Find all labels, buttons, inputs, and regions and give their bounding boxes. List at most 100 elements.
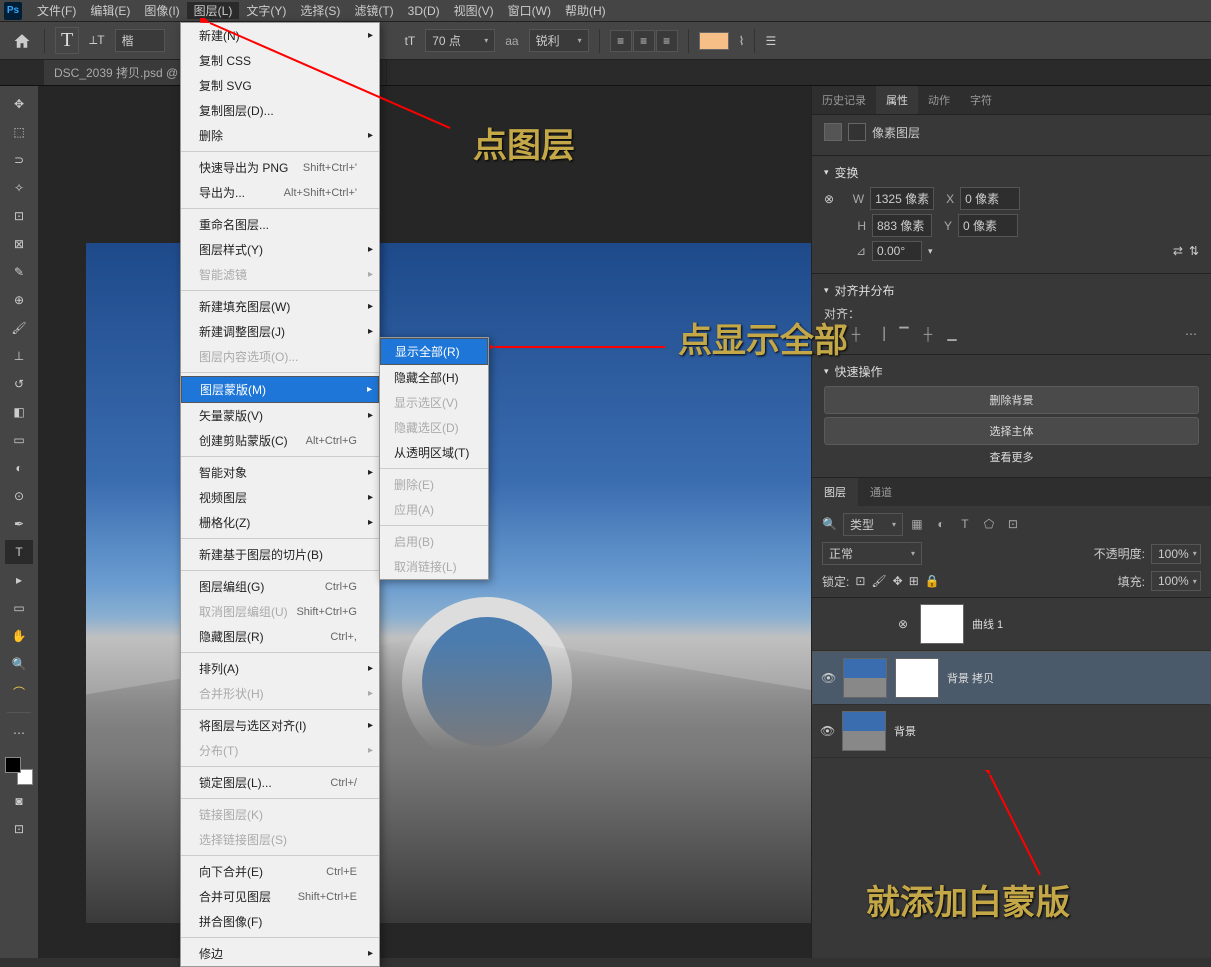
menu-type[interactable]: 文字(Y) [239, 2, 293, 19]
filter-smart-icon[interactable]: ⊡ [1005, 516, 1021, 532]
font-family-select[interactable]: 楷 [115, 29, 165, 52]
screenmode-icon[interactable]: ⊡ [5, 817, 33, 841]
height-field[interactable]: 883 像素 [872, 214, 932, 237]
layer-name[interactable]: 背景 [894, 723, 916, 739]
layer-name[interactable]: 背景 拷贝 [947, 670, 994, 686]
menu-item[interactable]: 矢量蒙版(V) [181, 403, 379, 428]
menu-item[interactable]: 栅格化(Z) [181, 510, 379, 535]
visibility-icon[interactable]: 👁 [821, 671, 835, 685]
menu-item[interactable]: 快速导出为 PNGShift+Ctrl+' [181, 155, 379, 180]
menu-item[interactable]: 导出为...Alt+Shift+Ctrl+' [181, 180, 379, 205]
layer-thumb[interactable] [843, 658, 887, 698]
menu-layer[interactable]: 图层(L) [187, 2, 240, 19]
home-icon[interactable] [10, 29, 34, 53]
layer-filter-select[interactable]: 类型▾ [843, 513, 903, 536]
fill-field[interactable]: 100%▾ [1151, 571, 1201, 591]
orientation-icon[interactable]: ⟂T [89, 33, 104, 48]
blend-mode-select[interactable]: 正常▾ [822, 542, 922, 565]
banana-icon[interactable]: ⌒ [5, 680, 33, 704]
tab-character[interactable]: 字符 [960, 86, 1002, 114]
menu-item[interactable]: 修边 [181, 941, 379, 966]
menu-item[interactable]: 隐藏图层(R)Ctrl+, [181, 624, 379, 649]
lock-trans-icon[interactable]: ⊡ [855, 574, 865, 588]
align-header[interactable]: ▾对齐并分布 [824, 282, 1199, 299]
healing-tool[interactable]: ⊕ [5, 288, 33, 312]
menu-item[interactable]: 重命名图层... [181, 212, 379, 237]
visibility-icon[interactable]: 👁 [820, 724, 834, 738]
wand-tool[interactable]: ✧ [5, 176, 33, 200]
filter-type-icon[interactable]: T [957, 516, 973, 532]
menu-item[interactable]: 图层编组(G)Ctrl+G [181, 574, 379, 599]
submenu-item[interactable]: 从透明区域(T) [380, 440, 488, 465]
blur-tool[interactable]: ◐ [5, 456, 33, 480]
warp-text-icon[interactable]: ⌇ [739, 34, 745, 48]
flip-h-icon[interactable]: ⇄ [1173, 244, 1183, 258]
menu-item[interactable]: 智能对象 [181, 460, 379, 485]
mask-thumb[interactable] [920, 604, 964, 644]
lock-pos-icon[interactable]: ✥ [893, 574, 903, 588]
filter-shape-icon[interactable]: ⬠ [981, 516, 997, 532]
align-hcenter-icon[interactable]: ┼ [848, 326, 864, 342]
tab-channels[interactable]: 通道 [858, 478, 904, 506]
width-field[interactable]: 1325 像素 [870, 187, 934, 210]
tab-history[interactable]: 历史记录 [812, 86, 876, 114]
type-tool-icon[interactable]: T [55, 27, 79, 54]
menu-item[interactable]: 向下合并(E)Ctrl+E [181, 859, 379, 884]
align-center[interactable]: ≡ [633, 30, 655, 52]
menu-item[interactable]: 图层蒙版(M) [181, 376, 379, 403]
path-select-tool[interactable]: ▸ [5, 568, 33, 592]
text-color-swatch[interactable] [699, 32, 729, 50]
menu-item[interactable]: 排列(A) [181, 656, 379, 681]
move-tool[interactable]: ✥ [5, 92, 33, 116]
menu-filter[interactable]: 滤镜(T) [347, 2, 400, 19]
view-more-link[interactable]: 查看更多 [824, 449, 1199, 465]
align-vcenter-icon[interactable]: ┼ [920, 326, 936, 342]
menu-item[interactable]: 视频图层 [181, 485, 379, 510]
flip-v-icon[interactable]: ⇅ [1189, 244, 1199, 258]
menu-item[interactable]: 新建填充图层(W) [181, 294, 379, 319]
zoom-tool[interactable]: 🔍 [5, 652, 33, 676]
filter-adjust-icon[interactable]: ◐ [933, 516, 949, 532]
quick-actions-header[interactable]: ▾快速操作 [824, 363, 1199, 380]
menu-item[interactable]: 拼合图像(F) [181, 909, 379, 934]
dodge-tool[interactable]: ⊙ [5, 484, 33, 508]
antialias-select[interactable]: 锐利▾ [529, 29, 589, 52]
marquee-tool[interactable]: ⬚ [5, 120, 33, 144]
lock-paint-icon[interactable]: 🖌 [871, 574, 886, 588]
select-subject-button[interactable]: 选择主体 [824, 417, 1199, 445]
x-field[interactable]: 0 像素 [960, 187, 1020, 210]
menu-view[interactable]: 视图(V) [447, 2, 501, 19]
panel-toggle-icon[interactable]: ☰ [765, 34, 776, 48]
menu-file[interactable]: 文件(F) [30, 2, 83, 19]
menu-item[interactable]: 图层样式(Y) [181, 237, 379, 262]
menu-item[interactable]: 合并可见图层Shift+Ctrl+E [181, 884, 379, 909]
opacity-field[interactable]: 100%▾ [1151, 544, 1201, 564]
lasso-tool[interactable]: ⊃ [5, 148, 33, 172]
edit-toolbar[interactable]: ⋯ [5, 721, 33, 745]
mask-thumb[interactable] [895, 658, 939, 698]
eraser-tool[interactable]: ◧ [5, 400, 33, 424]
submenu-item[interactable]: 隐藏全部(H) [380, 365, 488, 390]
submenu-item[interactable]: 显示全部(R) [380, 338, 488, 365]
menu-item[interactable]: 创建剪贴蒙版(C)Alt+Ctrl+G [181, 428, 379, 453]
eyedropper-tool[interactable]: ✎ [5, 260, 33, 284]
align-right[interactable]: ≡ [656, 30, 678, 52]
layer-name[interactable]: 曲线 1 [972, 616, 1003, 632]
layer-thumb[interactable] [842, 711, 886, 751]
frame-tool[interactable]: ⊠ [5, 232, 33, 256]
brush-tool[interactable]: 🖌 [5, 316, 33, 340]
menu-item[interactable]: 将图层与选区对齐(I) [181, 713, 379, 738]
more-icon[interactable]: ⋯ [1183, 326, 1199, 342]
document-tab[interactable]: DSC_2039 拷贝.psd @ [44, 60, 189, 85]
align-bottom-icon[interactable]: ▁ [944, 326, 960, 342]
quickmask-icon[interactable]: ◙ [5, 789, 33, 813]
menu-image[interactable]: 图像(I) [137, 2, 186, 19]
shape-tool[interactable]: ▭ [5, 596, 33, 620]
tab-actions[interactable]: 动作 [918, 86, 960, 114]
align-right-icon[interactable]: ▕ [872, 326, 888, 342]
lock-all-icon[interactable]: 🔒 [925, 574, 940, 588]
hand-tool[interactable]: ✋ [5, 624, 33, 648]
tab-properties[interactable]: 属性 [876, 86, 918, 114]
crop-tool[interactable]: ⊡ [5, 204, 33, 228]
menu-3d[interactable]: 3D(D) [401, 4, 447, 18]
